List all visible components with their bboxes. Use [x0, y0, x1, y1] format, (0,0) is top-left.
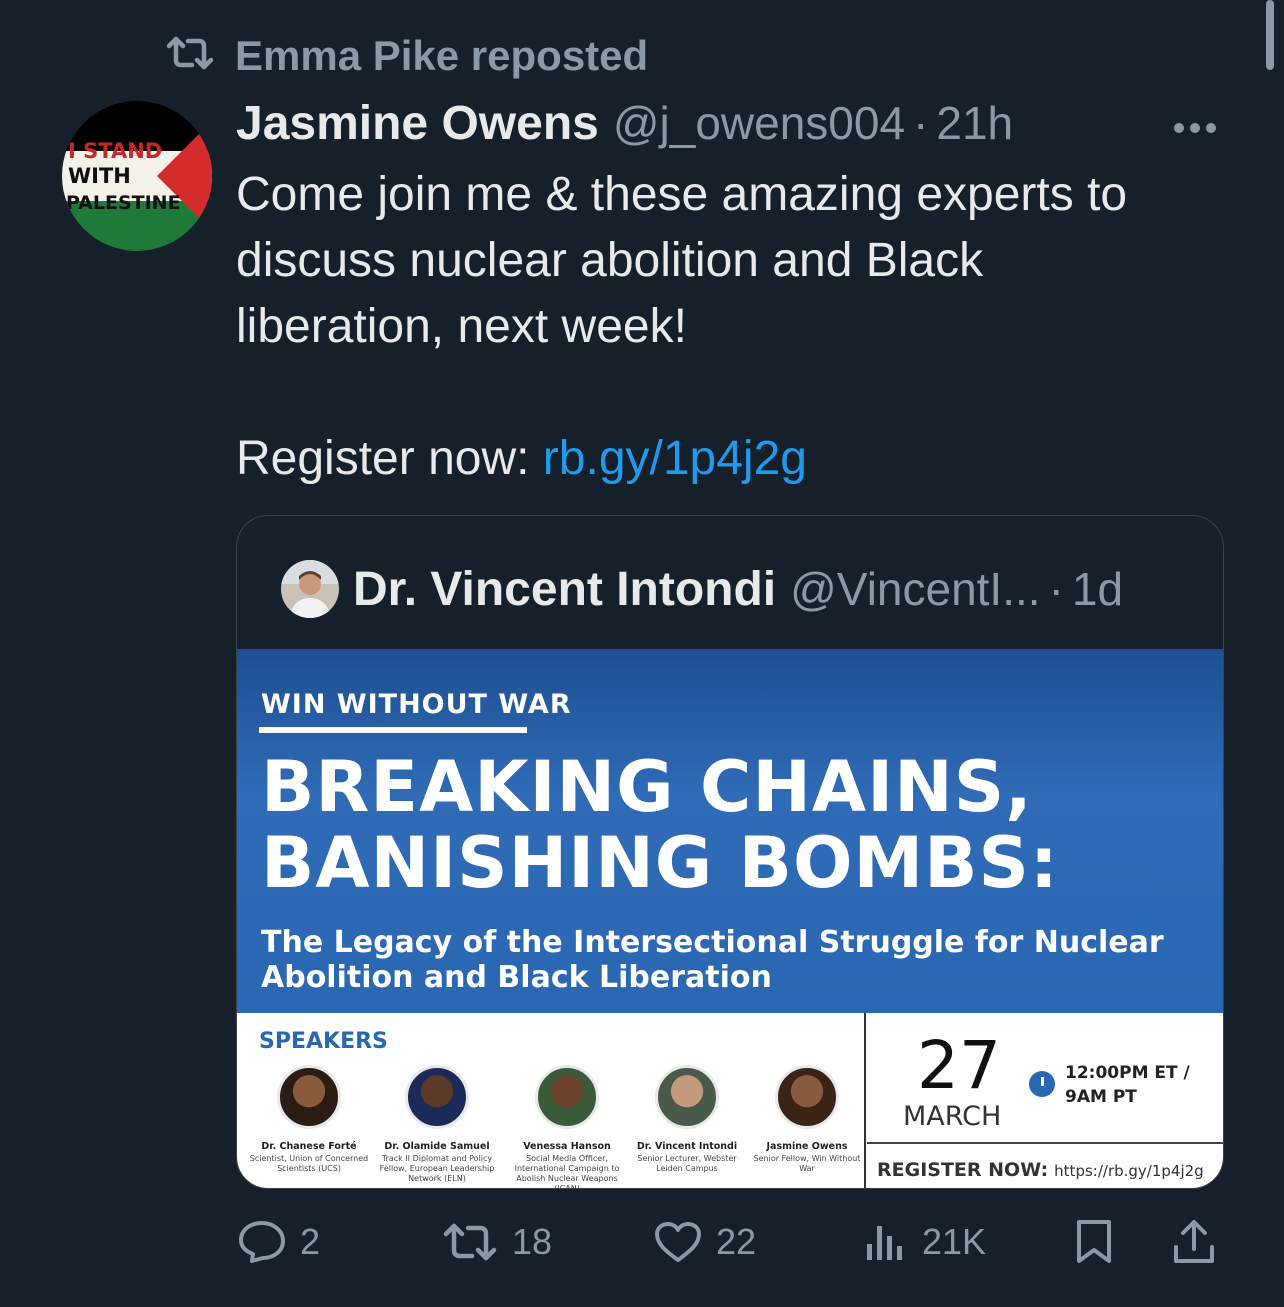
avatar-text-line2: WITH: [68, 164, 131, 188]
speaker-card: Jasmine Owens Senior Fellow, Win Without…: [747, 1065, 867, 1174]
quoted-time[interactable]: 1d: [1072, 562, 1123, 616]
flyer-register-label: REGISTER NOW:: [877, 1159, 1049, 1181]
bookmark-button[interactable]: [1074, 1212, 1114, 1272]
event-time-line: 12:00PM ET /: [1065, 1063, 1190, 1083]
quoted-author-handle[interactable]: @VincentI...: [790, 562, 1040, 616]
register-prefix: Register now:: [236, 432, 543, 485]
repost-button[interactable]: 18: [442, 1212, 552, 1272]
flyer-register: REGISTER NOW: https://rb.gy/1p4j2g: [877, 1159, 1204, 1181]
speaker-name: Dr. Chanese Forté: [261, 1141, 357, 1152]
quoted-author-avatar[interactable]: [281, 560, 339, 618]
flyer-headline: BREAKING CHAINS, BANISHING BOMBS:: [261, 749, 1211, 901]
speaker-card: Venessa Hanson Social Media Officer, Int…: [507, 1065, 627, 1189]
flyer-banner: WIN WITHOUT WAR BREAKING CHAINS, BANISHI…: [237, 649, 1223, 1013]
repost-count: 18: [512, 1221, 553, 1262]
speaker-role: Social Media Officer, International Camp…: [514, 1154, 620, 1189]
flyer-register-url: https://rb.gy/1p4j2g: [1054, 1162, 1204, 1180]
quoted-tweet-card[interactable]: Dr. Vincent Intondi @VincentI... · 1d WI…: [236, 515, 1224, 1189]
speaker-card: Dr. Chanese Forté Scientist, Union of Co…: [249, 1065, 369, 1174]
repost-context: Emma Pike reposted: [165, 30, 648, 82]
speaker-name: Venessa Hanson: [523, 1141, 611, 1152]
repost-label[interactable]: Emma Pike reposted: [235, 32, 648, 80]
flyer-org: WIN WITHOUT WAR: [261, 689, 572, 720]
register-link[interactable]: rb.gy/1p4j2g: [543, 432, 807, 485]
event-flyer-image[interactable]: WIN WITHOUT WAR BREAKING CHAINS, BANISHI…: [237, 649, 1223, 1188]
repost-icon: [442, 1223, 498, 1261]
flyer-divider: [867, 1142, 1223, 1144]
speaker-name: Jasmine Owens: [766, 1141, 848, 1152]
views-icon: [864, 1222, 908, 1262]
share-button[interactable]: [1172, 1212, 1216, 1272]
speaker-card: Dr. Olamide Samuel Track II Diplomat and…: [377, 1065, 497, 1184]
flyer-subhead-line: The Legacy of the Intersectional Struggl…: [261, 925, 1164, 960]
flyer-subhead: The Legacy of the Intersectional Struggl…: [261, 925, 1191, 995]
speaker-photo: [405, 1065, 469, 1129]
reply-button[interactable]: 2: [238, 1212, 320, 1272]
reply-icon: [238, 1220, 286, 1264]
speaker-role: Senior Fellow, Win Without War: [753, 1154, 861, 1173]
avatar-text-line1: I STAND: [68, 139, 162, 163]
author-avatar[interactable]: I STAND WITH PALESTINE: [62, 101, 212, 251]
bookmark-icon: [1074, 1219, 1114, 1265]
tweet-text: Come join me & these amazing experts to …: [236, 162, 1236, 492]
like-count: 22: [716, 1221, 757, 1262]
reply-count: 2: [300, 1221, 321, 1262]
speaker-photo: [277, 1065, 341, 1129]
more-icon[interactable]: [1172, 112, 1218, 135]
speaker-role: Scientist, Union of Concerned Scientists…: [249, 1154, 369, 1173]
flyer-org-underline: [259, 727, 527, 733]
flyer-headline-line: BREAKING CHAINS,: [261, 746, 1033, 828]
tweet-time[interactable]: 21h: [936, 96, 1013, 150]
scrollbar[interactable]: [1266, 0, 1274, 70]
event-time-line: 9AM PT: [1065, 1087, 1137, 1107]
speaker-photo: [535, 1065, 599, 1129]
clock-icon: [1029, 1071, 1055, 1097]
event-day: 27: [917, 1027, 1001, 1104]
like-button[interactable]: 22: [654, 1212, 756, 1272]
flyer-divider: [864, 1013, 866, 1188]
speaker-photo: [775, 1065, 839, 1129]
tweet-text-line: liberation, next week!: [236, 300, 687, 353]
repost-icon: [165, 32, 215, 80]
author-name[interactable]: Jasmine Owens: [236, 96, 599, 151]
views-button[interactable]: 21K: [864, 1212, 986, 1272]
speaker-photo: [655, 1065, 719, 1129]
speaker-role: Track II Diplomat and Policy Fellow, Eur…: [379, 1154, 495, 1183]
quoted-separator: ·: [1048, 563, 1064, 615]
tweet-text-line: discuss nuclear abolition and Black: [236, 234, 984, 287]
speaker-name: Dr. Olamide Samuel: [384, 1141, 490, 1152]
event-month: MARCH: [903, 1101, 1002, 1132]
avatar-text-line3: PALESTINE: [66, 192, 181, 214]
speaker-card: Dr. Vincent Intondi Senior Lecturer, Web…: [627, 1065, 747, 1174]
tweet-header: Jasmine Owens @j_owens004 · 21h: [236, 96, 1013, 156]
flyer-headline-line: BANISHING BOMBS:: [261, 822, 1059, 904]
share-icon: [1172, 1219, 1216, 1265]
quoted-tweet-header: Dr. Vincent Intondi @VincentI... · 1d: [281, 556, 1123, 622]
tweet-text-line: Come join me & these amazing experts to: [236, 168, 1128, 221]
flyer-subhead-line: Abolition and Black Liberation: [261, 960, 772, 995]
quoted-author-name[interactable]: Dr. Vincent Intondi: [353, 562, 776, 617]
heart-icon: [654, 1221, 702, 1263]
author-handle[interactable]: @j_owens004: [613, 96, 905, 150]
event-time: 12:00PM ET / 9AM PT: [1065, 1061, 1190, 1109]
speaker-name: Dr. Vincent Intondi: [636, 1141, 738, 1152]
speakers-title: SPEAKERS: [259, 1029, 388, 1054]
header-separator: ·: [913, 97, 929, 149]
speaker-role: Senior Lecturer, Webster Leiden Campus: [637, 1154, 737, 1173]
views-count: 21K: [922, 1221, 987, 1262]
